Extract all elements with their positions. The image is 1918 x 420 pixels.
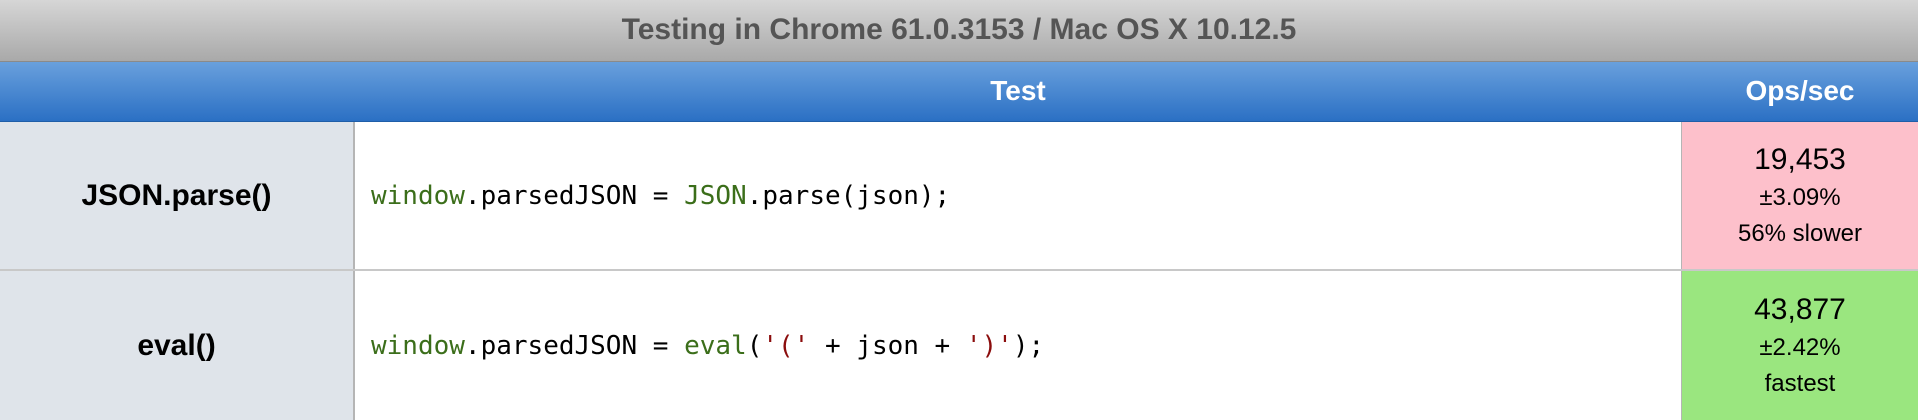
code-token: .parsedJSON = — [464, 330, 685, 361]
test-name: JSON.parse() — [0, 122, 355, 269]
code-token: eval — [684, 330, 747, 361]
ops-status: fastest — [1764, 369, 1836, 397]
test-name: eval() — [0, 271, 355, 420]
table-row: eval() window .parsedJSON = eval('(' + js… — [0, 271, 1918, 420]
ops-value: 43,877 — [1754, 292, 1846, 326]
code-token: JSON — [684, 180, 747, 211]
code-token: ')' — [965, 330, 1013, 361]
code-token: ( — [746, 330, 763, 361]
code-token: window — [371, 330, 465, 361]
table-row: JSON.parse() window .parsedJSON = JSON .pa… — [0, 122, 1918, 271]
browser-caption: Testing in Chrome 61.0.3153 / Mac OS X 1… — [0, 0, 1918, 62]
ops-result: 43,877 ±2.42% fastest — [1682, 271, 1918, 420]
header-test: Test — [990, 75, 1046, 106]
ops-result: 19,453 ±3.09% 56% slower — [1682, 122, 1918, 269]
table-header: Test Ops/sec — [0, 62, 1918, 122]
code-token: .parsedJSON = — [464, 180, 685, 211]
benchmark-results: Testing in Chrome 61.0.3153 / Mac OS X 1… — [0, 0, 1918, 420]
test-code: window .parsedJSON = eval('(' + json + ')… — [355, 271, 1682, 420]
code-token: ); — [1012, 330, 1045, 361]
code-token: + json + — [809, 330, 966, 361]
code-token: .parse(json); — [746, 180, 951, 211]
code-token: '(' — [762, 330, 810, 361]
test-code: window .parsedJSON = JSON .parse(json); — [355, 122, 1682, 269]
header-spacer — [0, 62, 354, 121]
ops-status: 56% slower — [1737, 219, 1863, 247]
ops-value: 19,453 — [1754, 142, 1846, 176]
code-token: window — [371, 180, 465, 211]
header-ops-sec: Ops/sec — [1745, 75, 1855, 106]
ops-error-margin: ±2.42% — [1759, 333, 1841, 361]
ops-error-margin: ±3.09% — [1759, 183, 1841, 211]
